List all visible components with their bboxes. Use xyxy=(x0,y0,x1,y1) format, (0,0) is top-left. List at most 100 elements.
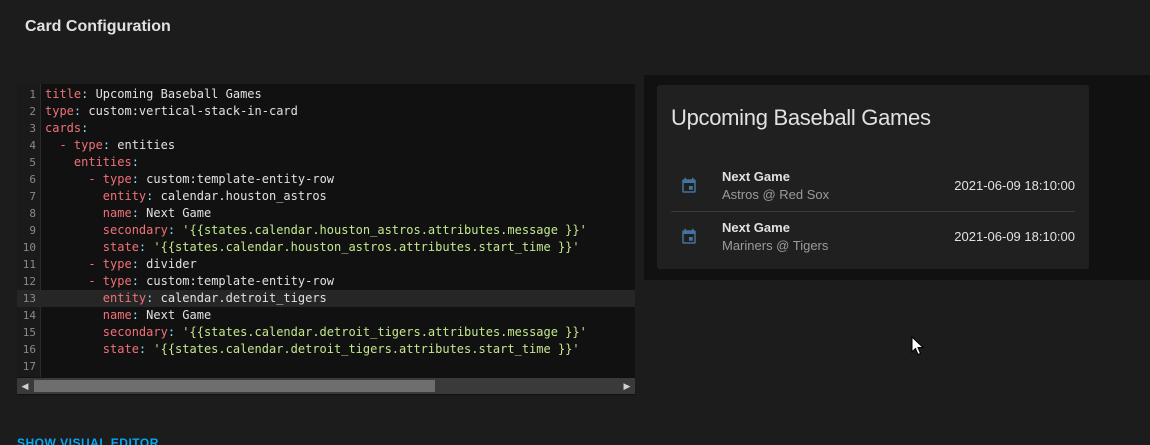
code-line[interactable]: 3 cards: xyxy=(17,120,635,137)
calendar-icon xyxy=(682,228,696,244)
code-text[interactable]: state: '{{states.calendar.houston_astros… xyxy=(45,239,580,256)
code-line[interactable]: 10 state: '{{states.calendar.houston_ast… xyxy=(17,239,635,256)
line-number: 10 xyxy=(22,241,36,254)
code-token: Next Game xyxy=(146,206,212,220)
code-token: calendar.detroit_tigers xyxy=(160,291,327,305)
code-text[interactable]: secondary: '{{states.calendar.detroit_ti… xyxy=(45,324,587,341)
code-line[interactable]: 8 name: Next Game xyxy=(17,205,635,222)
entity-name: Next Game xyxy=(722,220,790,235)
code-text[interactable]: - type: divider xyxy=(45,256,196,273)
yaml-code-editor[interactable]: 1 title: Upcoming Baseball Games 2 type: cu… xyxy=(17,84,635,395)
code-token: custom:vertical-stack-in-card xyxy=(88,104,298,118)
code-token: : xyxy=(131,308,147,322)
code-token: : xyxy=(138,342,154,356)
entity-state: 2021-06-09 18:10:00 xyxy=(954,178,1075,193)
code-token: - type xyxy=(88,172,132,186)
code-line[interactable]: 13 entity: calendar.detroit_tigers xyxy=(17,290,635,307)
entity-row[interactable]: Next Game Astros @ Red Sox 2021-06-09 18… xyxy=(657,166,1089,206)
code-line[interactable]: 9 secondary: '{{states.calendar.houston_… xyxy=(17,222,635,239)
code-token: - type xyxy=(88,274,132,288)
code-text[interactable]: entity: calendar.detroit_tigers xyxy=(45,290,327,307)
code-line[interactable]: 2 type: custom:vertical-stack-in-card xyxy=(17,103,635,120)
code-token: : xyxy=(81,87,96,101)
code-line[interactable]: 16 state: '{{states.calendar.detroit_tig… xyxy=(17,341,635,358)
code-token: : xyxy=(167,223,183,237)
code-lines[interactable]: 1 title: Upcoming Baseball Games 2 type: cu… xyxy=(17,86,635,375)
line-number: 4 xyxy=(29,139,36,152)
line-number: 6 xyxy=(29,173,36,186)
code-token: : xyxy=(146,189,161,203)
code-line[interactable]: 14 name: Next Game xyxy=(17,307,635,324)
code-token: name xyxy=(102,308,132,322)
code-text[interactable]: type: custom:vertical-stack-in-card xyxy=(45,103,298,120)
code-line[interactable]: 11 - type: divider xyxy=(17,256,635,273)
code-token: : xyxy=(131,172,147,186)
line-number: 9 xyxy=(29,224,36,237)
code-line[interactable]: 15 secondary: '{{states.calendar.detroit… xyxy=(17,324,635,341)
code-token: entity xyxy=(102,189,147,203)
code-text[interactable]: - type: custom:template-entity-row xyxy=(45,273,334,290)
mouse-cursor-icon xyxy=(911,336,925,356)
code-token: state xyxy=(102,240,139,254)
code-line[interactable]: 7 entity: calendar.houston_astros xyxy=(17,188,635,205)
code-token: : xyxy=(102,138,118,152)
code-token: secondary xyxy=(102,223,168,237)
line-number: 17 xyxy=(22,360,36,373)
code-token: : xyxy=(131,155,139,169)
code-text[interactable]: secondary: '{{states.calendar.houston_as… xyxy=(45,222,587,239)
line-number: 3 xyxy=(29,122,36,135)
code-token: state xyxy=(102,342,139,356)
scroll-right-arrow-icon[interactable]: ▶ xyxy=(619,378,635,394)
code-line[interactable]: 6 - type: custom:template-entity-row xyxy=(17,171,635,188)
code-token: name xyxy=(102,206,132,220)
code-text[interactable]: cards: xyxy=(45,120,88,137)
card-title: Upcoming Baseball Games xyxy=(671,105,931,130)
line-number: 12 xyxy=(22,275,36,288)
scroll-left-arrow-icon[interactable]: ◀ xyxy=(17,378,33,394)
code-token: : xyxy=(146,291,161,305)
show-visual-editor-button[interactable]: SHOW VISUAL EDITOR xyxy=(17,436,159,445)
code-text[interactable]: name: Next Game xyxy=(45,205,211,222)
code-token: '{{states.calendar.houston_astros.attrib… xyxy=(182,223,587,237)
code-text[interactable]: entities: xyxy=(45,154,139,171)
code-token: calendar.houston_astros xyxy=(160,189,327,203)
code-token: custom:template-entity-row xyxy=(146,172,335,186)
code-line[interactable]: 17 xyxy=(17,358,635,375)
code-text[interactable]: - type: entities xyxy=(45,137,175,154)
entity-secondary: Mariners @ Tigers xyxy=(722,238,829,253)
code-token: : xyxy=(131,257,147,271)
line-number: 1 xyxy=(29,88,36,101)
code-text[interactable]: entity: calendar.houston_astros xyxy=(45,188,327,205)
code-line[interactable]: 1 title: Upcoming Baseball Games xyxy=(17,86,635,103)
divider xyxy=(671,211,1075,212)
code-text[interactable]: state: '{{states.calendar.detroit_tigers… xyxy=(45,341,580,358)
code-token: entities xyxy=(117,138,176,152)
code-line[interactable]: 5 entities: xyxy=(17,154,635,171)
code-text[interactable]: title: Upcoming Baseball Games xyxy=(45,86,262,103)
line-number: 15 xyxy=(22,326,36,339)
code-line[interactable]: 4 - type: entities xyxy=(17,137,635,154)
entity-secondary: Astros @ Red Sox xyxy=(722,187,830,202)
code-token: '{{states.calendar.houston_astros.attrib… xyxy=(153,240,580,254)
code-text[interactable]: name: Next Game xyxy=(45,307,211,324)
line-number: 16 xyxy=(22,343,36,356)
code-text[interactable]: - type: custom:template-entity-row xyxy=(45,171,334,188)
entity-row[interactable]: Next Game Mariners @ Tigers 2021-06-09 1… xyxy=(657,217,1089,257)
horizontal-scrollbar[interactable]: ◀ ▶ xyxy=(17,378,635,394)
code-token: : xyxy=(167,325,183,339)
card-configuration-dialog: Card Configuration 1 title: Upcoming Base… xyxy=(0,0,1150,445)
code-token: cards xyxy=(45,121,82,135)
code-line[interactable]: 12 - type: custom:template-entity-row xyxy=(17,273,635,290)
code-token: Upcoming Baseball Games xyxy=(95,87,262,101)
scrollbar-thumb[interactable] xyxy=(34,380,435,392)
